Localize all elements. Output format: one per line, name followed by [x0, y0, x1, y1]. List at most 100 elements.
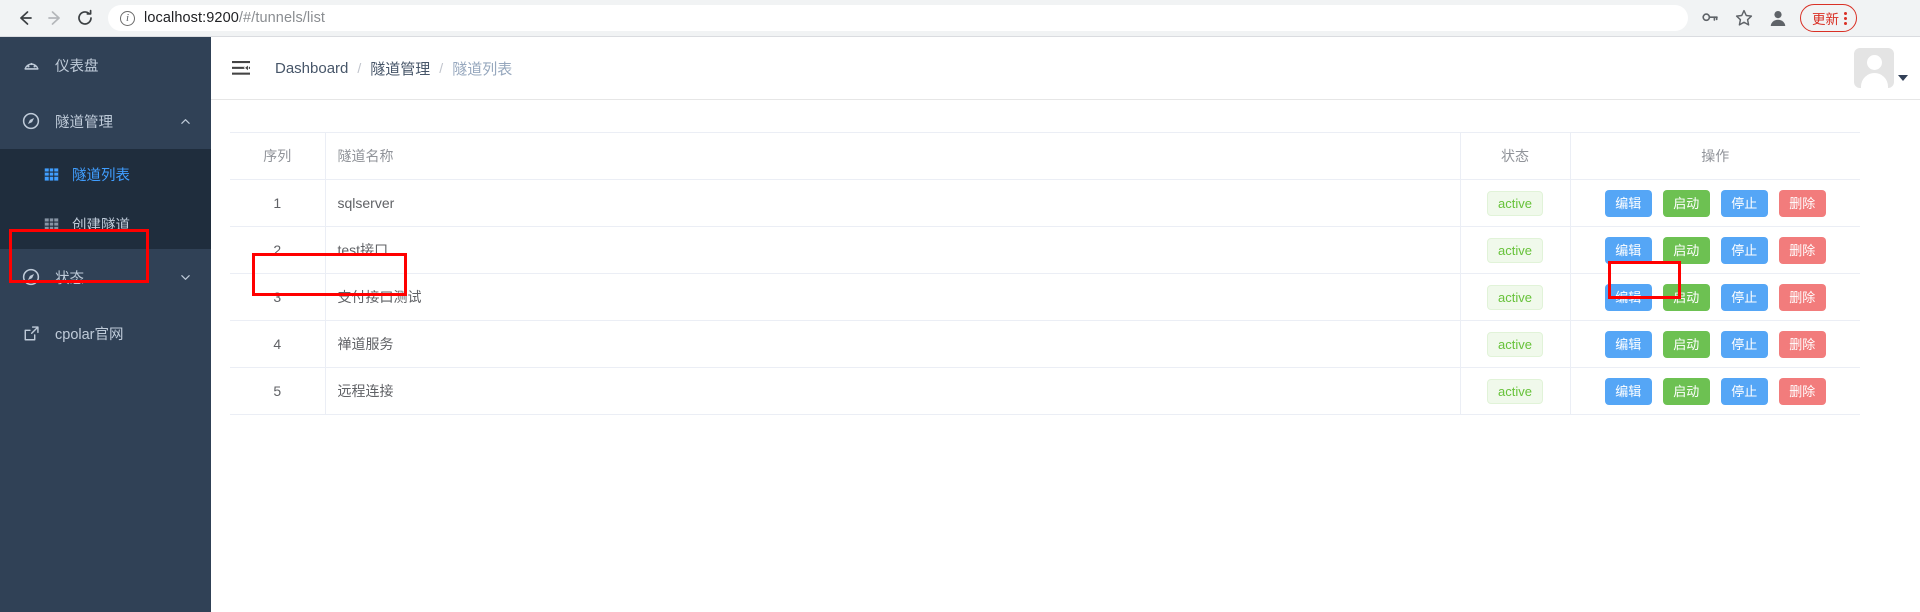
table-row[interactable]: 3 支付接口测试 active 编辑 启动 停止 删除 [230, 273, 1861, 321]
edit-button[interactable]: 编辑 [1604, 283, 1652, 311]
column-header-name: 隧道名称 [325, 132, 1460, 180]
breadcrumb: Dashboard / 隧道管理 / 隧道列表 [275, 58, 512, 79]
delete-button[interactable]: 删除 [1778, 189, 1826, 217]
vertical-dots-icon[interactable] [1844, 11, 1847, 25]
cell-actions: 编辑 启动 停止 删除 [1570, 367, 1861, 415]
status-badge: active [1487, 237, 1543, 263]
sidebar-item-dashboard[interactable]: 仪表盘 [0, 37, 211, 93]
cell-seq: 1 [230, 179, 326, 227]
stop-button[interactable]: 停止 [1720, 330, 1768, 358]
sidebar-item-tunnel-list[interactable]: 隧道列表 [0, 149, 211, 199]
edit-button[interactable]: 编辑 [1604, 377, 1652, 405]
chevron-up-icon [180, 116, 191, 127]
reload-button[interactable] [70, 3, 100, 33]
column-header-state: 状态 [1459, 132, 1571, 180]
caret-down-icon[interactable] [1898, 75, 1908, 81]
table-header-row: 序列 隧道名称 状态 操作 [230, 132, 1860, 180]
back-button[interactable] [10, 3, 40, 33]
action-buttons: 编辑 启动 停止 删除 [1571, 189, 1861, 217]
stop-button[interactable]: 停止 [1720, 236, 1768, 264]
sidebar-item-create-tunnel[interactable]: 创建隧道 [0, 199, 211, 249]
cell-actions: 编辑 启动 停止 删除 [1570, 273, 1861, 321]
update-button[interactable]: 更新 [1800, 4, 1857, 32]
star-icon [1735, 9, 1753, 26]
profile-button[interactable] [1762, 2, 1794, 34]
start-button[interactable]: 启动 [1662, 377, 1710, 405]
sidebar-submenu-tunnel-management: 隧道列表 创建隧道 [0, 149, 211, 249]
breadcrumb-item-dashboard[interactable]: Dashboard [275, 60, 348, 77]
sidebar: 仪表盘 隧道管理 隧道列表 创建隧道 状态 cpolar官网 [0, 37, 211, 612]
status-badge: active [1487, 284, 1543, 310]
edit-button[interactable]: 编辑 [1604, 330, 1652, 358]
grid-icon [42, 167, 60, 182]
password-key-button[interactable] [1694, 2, 1726, 34]
compass-icon [20, 268, 42, 286]
action-buttons: 编辑 启动 停止 删除 [1571, 330, 1861, 358]
start-button[interactable]: 启动 [1662, 330, 1710, 358]
site-info-icon[interactable]: i [120, 10, 135, 26]
gauge-icon [20, 57, 42, 74]
cell-state: active [1459, 367, 1571, 415]
edit-button[interactable]: 编辑 [1604, 236, 1652, 264]
breadcrumb-item-tunnel-management[interactable]: 隧道管理 [370, 58, 430, 79]
action-buttons: 编辑 启动 停止 删除 [1571, 283, 1861, 311]
sidebar-collapse-icon[interactable] [229, 55, 255, 81]
delete-button[interactable]: 删除 [1778, 377, 1826, 405]
user-menu[interactable] [1854, 48, 1908, 88]
sidebar-item-label: cpolar官网 [55, 326, 124, 343]
cell-actions: 编辑 启动 停止 删除 [1570, 320, 1861, 368]
cell-state: active [1459, 179, 1571, 227]
delete-button[interactable]: 删除 [1778, 236, 1826, 264]
browser-actions: 更新 [1694, 2, 1857, 34]
browser-toolbar: i localhost:9200/#/tunnels/list 更新 [0, 0, 1920, 36]
action-buttons: 编辑 启动 停止 删除 [1571, 377, 1861, 405]
stop-button[interactable]: 停止 [1720, 283, 1768, 311]
stop-button[interactable]: 停止 [1720, 189, 1768, 217]
edit-button[interactable]: 编辑 [1604, 189, 1652, 217]
sidebar-item-label: 隧道列表 [72, 167, 130, 184]
avatar-body [1860, 73, 1888, 88]
start-button[interactable]: 启动 [1662, 283, 1710, 311]
delete-button[interactable]: 删除 [1778, 283, 1826, 311]
grid-icon [42, 217, 60, 232]
avatar[interactable] [1854, 48, 1894, 88]
sidebar-item-tunnel-management[interactable]: 隧道管理 [0, 93, 211, 149]
table-row[interactable]: 4 禅道服务 active 编辑 启动 停止 删除 [230, 320, 1861, 368]
cell-seq: 3 [230, 273, 326, 321]
sidebar-item-label: 创建隧道 [72, 217, 130, 234]
start-button[interactable]: 启动 [1662, 189, 1710, 217]
address-bar[interactable]: i localhost:9200/#/tunnels/list [108, 5, 1688, 31]
app-header: Dashboard / 隧道管理 / 隧道列表 [211, 37, 1920, 100]
back-arrow-icon [20, 11, 32, 25]
cell-actions: 编辑 启动 停止 删除 [1570, 179, 1861, 227]
delete-button[interactable]: 删除 [1778, 330, 1826, 358]
reload-icon [78, 9, 92, 25]
cell-name: sqlserver [325, 179, 1460, 227]
sidebar-item-label: 仪表盘 [55, 58, 99, 75]
start-button[interactable]: 启动 [1662, 236, 1710, 264]
cell-state: active [1459, 273, 1571, 321]
table-row[interactable]: 5 远程连接 active 编辑 启动 停止 删除 [230, 367, 1861, 415]
cell-name: 支付接口测试 [325, 273, 1460, 321]
status-badge: active [1487, 190, 1543, 216]
table-header: 序列 隧道名称 状态 操作 [230, 132, 1860, 180]
sidebar-item-status[interactable]: 状态 [0, 249, 211, 305]
forward-button[interactable] [40, 3, 70, 33]
cell-state: active [1459, 226, 1571, 274]
cell-name: 禅道服务 [325, 320, 1460, 368]
column-header-ops: 操作 [1570, 132, 1860, 180]
table-row[interactable]: 2 test接口 active 编辑 启动 停止 删除 [230, 226, 1860, 274]
sidebar-item-cpolar-website[interactable]: cpolar官网 [0, 305, 211, 361]
update-label: 更新 [1812, 12, 1839, 27]
breadcrumb-separator: / [357, 60, 362, 76]
url-text: localhost:9200/#/tunnels/list [144, 10, 325, 26]
table-row[interactable]: 1 sqlserver active 编辑 启动 停止 删除 [230, 179, 1861, 227]
tunnels-table: 序列 隧道名称 状态 操作 1 sqlserver active 编辑 启动 停… [230, 132, 1860, 415]
cell-actions: 编辑 启动 停止 删除 [1570, 226, 1860, 274]
bookmark-button[interactable] [1728, 2, 1760, 34]
app-root: 仪表盘 隧道管理 隧道列表 创建隧道 状态 cpolar官网 Dashboard… [0, 37, 1920, 612]
cell-seq: 5 [230, 367, 326, 415]
stop-button[interactable]: 停止 [1720, 377, 1768, 405]
sidebar-item-label: 隧道管理 [55, 114, 113, 131]
cell-seq: 4 [230, 320, 326, 368]
